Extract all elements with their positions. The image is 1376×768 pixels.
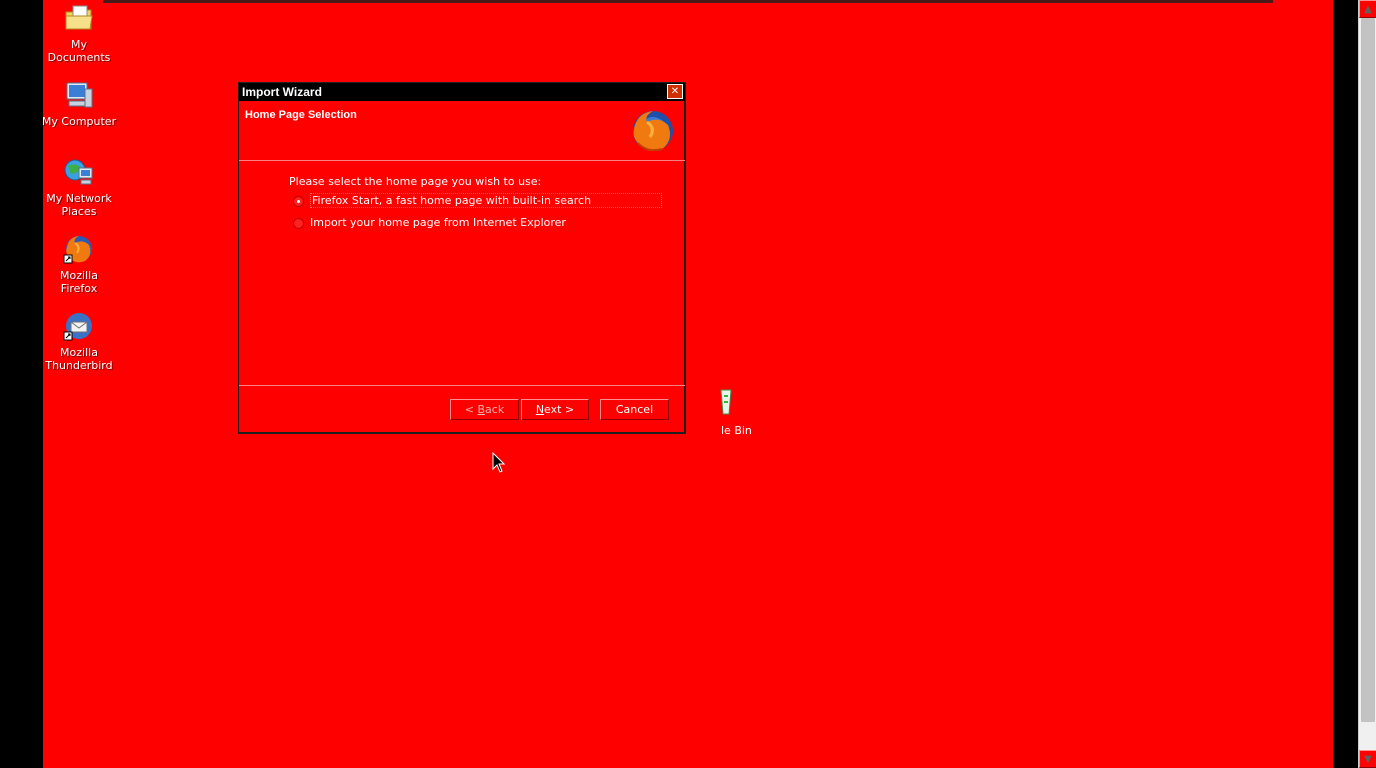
desktop: My Documents My Computer My Network Plac… <box>43 0 1333 768</box>
next-rest: ext > <box>544 403 575 416</box>
desktop-icon-label: Mozilla Firefox <box>60 269 98 295</box>
mouse-pointer-icon <box>492 452 506 473</box>
firefox-logo-icon <box>633 111 673 152</box>
option-label: Import your home page from Internet Expl… <box>310 216 566 229</box>
desktop-icon-mozilla-thunderbird[interactable]: Mozilla Thunderbird <box>43 310 117 372</box>
dialog-titlebar[interactable]: Import Wizard ✕ <box>239 83 685 101</box>
desktop-icon-my-computer[interactable]: My Computer <box>43 79 117 128</box>
footer-divider <box>239 385 685 386</box>
close-button[interactable]: ✕ <box>667 84 683 99</box>
desktop-icon-my-documents[interactable]: My Documents <box>43 2 117 64</box>
option-label: Firefox Start, a fast home page with bui… <box>310 193 663 208</box>
computer-icon <box>66 82 93 108</box>
back-prefix: < <box>464 403 478 416</box>
desktop-icon-label: My Documents <box>47 38 111 64</box>
desktop-icon-mozilla-firefox[interactable]: Mozilla Firefox <box>43 233 117 295</box>
wizard-header: Home Page Selection <box>239 101 685 161</box>
firefox-icon <box>63 236 92 264</box>
back-button[interactable]: < Back <box>450 399 519 420</box>
next-button[interactable]: Next > <box>521 399 589 420</box>
import-wizard-dialog: Import Wizard ✕ Home Page Selection Plea… <box>238 82 686 434</box>
next-accel: N <box>535 403 545 416</box>
cancel-button[interactable]: Cancel <box>600 399 669 420</box>
recycle-bin-label: le Bin <box>721 424 752 437</box>
close-icon: ✕ <box>670 86 680 97</box>
scroll-up-icon[interactable]: ▲ <box>1359 0 1376 18</box>
radio-unselected-icon[interactable] <box>293 217 304 229</box>
folder-documents-icon <box>65 5 93 30</box>
desktop-icon-label: Mozilla Thunderbird <box>45 346 113 372</box>
dialog-title: Import Wizard <box>242 85 322 99</box>
option-firefox-start[interactable]: Firefox Start, a fast home page with bui… <box>293 193 663 208</box>
back-accel: B <box>477 403 486 416</box>
page-heading: Home Page Selection <box>245 109 357 121</box>
page-scrollbar[interactable]: ▲ ▼ <box>1358 0 1376 768</box>
scroll-down-icon[interactable]: ▼ <box>1359 750 1376 768</box>
scroll-thumb[interactable] <box>1361 18 1375 722</box>
network-icon <box>64 159 93 185</box>
desktop-icon-label: My Computer <box>43 115 117 128</box>
top-strip <box>103 0 1273 3</box>
back-rest: ack <box>485 403 505 416</box>
radio-selected-icon[interactable] <box>293 195 304 207</box>
desktop-icon-my-network-places[interactable]: My Network Places <box>43 156 117 218</box>
thunderbird-icon <box>63 313 92 341</box>
desktop-icon-label: My Network Places <box>46 192 112 218</box>
option-import-ie[interactable]: Import your home page from Internet Expl… <box>293 216 566 230</box>
selection-prompt: Please select the home page you wish to … <box>289 175 542 188</box>
